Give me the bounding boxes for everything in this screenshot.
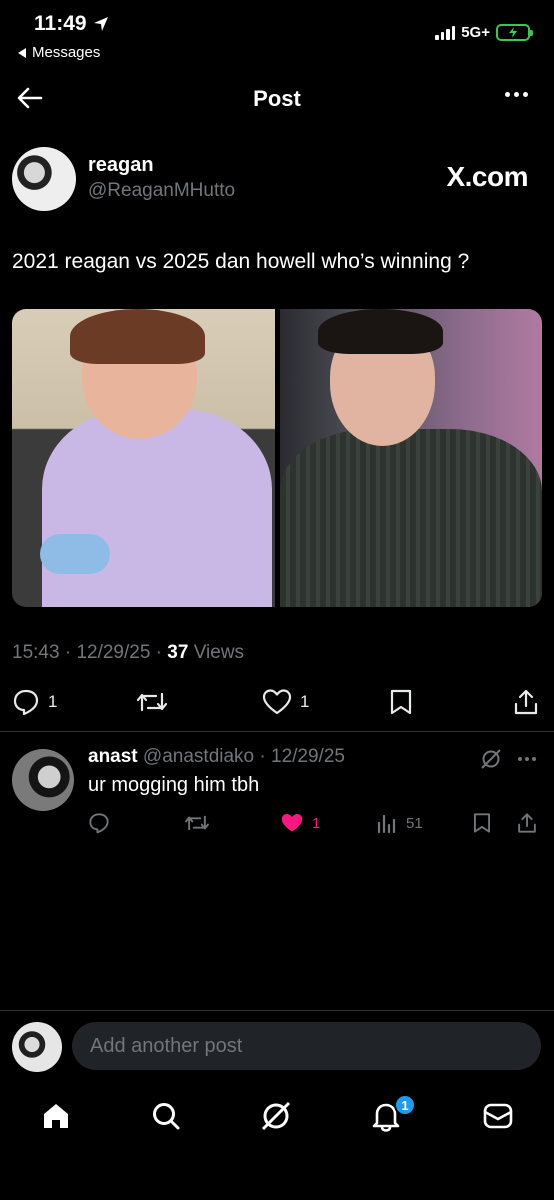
like-count: 1 [300, 692, 310, 711]
photo-2025[interactable] [279, 309, 542, 607]
status-indicators: 5G+ [435, 24, 533, 41]
page-title: Post [253, 86, 301, 111]
reply-date: 12/29/25 [271, 746, 345, 767]
reply-avatar[interactable] [12, 749, 74, 811]
more-options-button[interactable] [505, 92, 528, 97]
divider [0, 731, 554, 732]
back-app-label: Messages [32, 44, 101, 61]
post-text: 2021 reagan vs 2025 dan howell who’s win… [12, 250, 470, 273]
reply-icon [89, 813, 109, 834]
post-meta: 15:43 · 12/29/25 · 37 Views [12, 642, 245, 663]
author-avatar[interactable] [12, 147, 76, 211]
views-label: Views [193, 642, 245, 663]
reply-share-button[interactable] [516, 812, 538, 834]
location-arrow-icon [93, 17, 108, 31]
bookmark-button[interactable] [389, 688, 413, 716]
photo-2021[interactable] [12, 309, 275, 607]
author-handle[interactable]: @ReaganMHutto [88, 180, 235, 202]
add-post-input[interactable] [72, 1022, 541, 1070]
notifications-badge: 1 [394, 1094, 416, 1116]
divider [0, 1010, 554, 1011]
reply-count: 1 [48, 692, 58, 711]
reply-more-button[interactable] [518, 757, 536, 761]
reply-reply-button[interactable] [88, 812, 110, 834]
source-badge: X.com [446, 161, 528, 192]
share-icon [514, 689, 538, 715]
battery-icon [496, 24, 533, 41]
repost-icon [185, 815, 209, 831]
status-time: 11:49 [34, 12, 109, 36]
post-media[interactable] [12, 309, 542, 607]
reply-like-count: 1 [312, 814, 321, 832]
bookmark-icon [390, 689, 412, 715]
grok-icon [481, 749, 501, 769]
reply-bookmark-button[interactable] [472, 812, 492, 834]
network-label: 5G+ [461, 24, 490, 41]
repost-button[interactable] [136, 688, 168, 716]
composer-avatar [12, 1022, 62, 1072]
author-name[interactable]: reagan [88, 154, 154, 177]
reply-like-button[interactable]: 1 [280, 812, 320, 834]
signal-icon [435, 25, 456, 40]
post-time: 15:43 [12, 642, 60, 663]
nav-grok[interactable] [258, 1098, 294, 1134]
reply-views-count: 51 [406, 814, 423, 832]
heart-filled-icon [281, 813, 303, 832]
post-date: 12/29/25 [76, 642, 151, 663]
share-icon [518, 813, 536, 833]
views-count: 37 [167, 642, 189, 663]
reply-views-button[interactable]: 51 [376, 812, 423, 834]
reply-icon [13, 689, 39, 716]
back-triangle-icon [18, 47, 26, 58]
home-icon [44, 1104, 68, 1128]
search-icon [153, 1103, 180, 1130]
heart-icon [262, 689, 292, 715]
post-header: Post [0, 78, 554, 118]
nav-home[interactable] [38, 1098, 74, 1134]
grok-button[interactable] [480, 748, 502, 775]
reply-text: ur mogging him tbh [88, 774, 260, 796]
messages-icon [483, 1103, 513, 1129]
reply-button[interactable]: 1 [12, 688, 57, 716]
views-chart-icon [377, 814, 396, 834]
clock-text: 11:49 [34, 12, 87, 35]
grok-icon [261, 1101, 291, 1131]
nav-messages[interactable] [480, 1098, 516, 1134]
like-button[interactable]: 1 [262, 688, 309, 716]
reply-author-name[interactable]: anast [88, 746, 138, 767]
share-button[interactable] [512, 688, 540, 716]
bookmark-icon [473, 813, 491, 833]
nav-search[interactable] [148, 1098, 184, 1134]
repost-icon [136, 692, 168, 712]
reply-author-handle[interactable]: @anastdiako [143, 746, 254, 767]
reply-repost-button[interactable] [184, 812, 210, 834]
back-to-app[interactable]: Messages [18, 44, 100, 61]
reply-header: anast @anastdiako · 12/29/25 [88, 746, 345, 767]
